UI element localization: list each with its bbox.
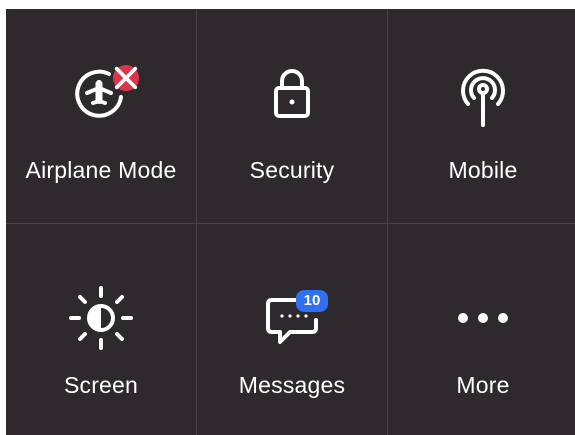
airplane-icon	[65, 57, 139, 129]
security-tile[interactable]: Security	[197, 9, 388, 224]
unread-count-badge: 10	[296, 290, 328, 312]
message-icon: 10	[256, 282, 328, 354]
messages-tile[interactable]: 10 Messages	[197, 224, 388, 435]
screen-label: Screen	[63, 372, 139, 398]
mobile-tile[interactable]: Mobile	[388, 9, 575, 224]
more-dots-icon	[447, 282, 519, 354]
mobile-label: Mobile	[448, 157, 518, 183]
more-label: More	[456, 372, 510, 398]
antenna-icon	[447, 57, 519, 129]
brightness-icon	[65, 282, 137, 354]
lock-icon	[256, 57, 328, 129]
more-tile[interactable]: More	[388, 224, 575, 435]
airplane-mode-tile[interactable]: Airplane Mode	[6, 9, 197, 224]
airplane-mode-label: Airplane Mode	[25, 157, 177, 183]
screen-tile[interactable]: Screen	[6, 224, 197, 435]
messages-label: Messages	[238, 372, 346, 398]
control-grid: Airplane Mode Security Mobile Screen 10 …	[6, 9, 575, 435]
close-icon	[113, 65, 139, 91]
security-label: Security	[249, 157, 335, 183]
